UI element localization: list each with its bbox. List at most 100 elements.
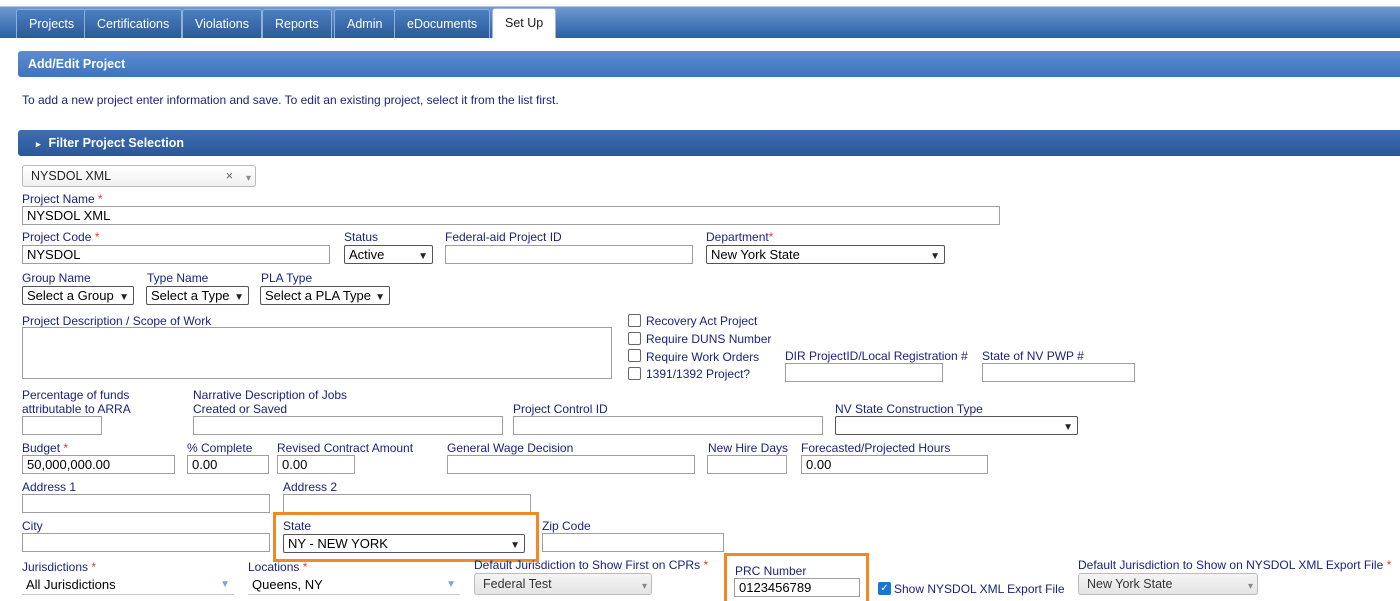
dir-project-id-input[interactable]	[785, 363, 943, 382]
project-control-id-input[interactable]	[513, 416, 823, 435]
show-xml-export-checkbox[interactable]: ✓	[878, 582, 891, 595]
federal-aid-project-id-input[interactable]	[445, 245, 693, 264]
pla-type-label: PLA Type	[261, 271, 313, 285]
narrative-label-2: Created or Saved	[193, 402, 288, 416]
nv-construction-type-select[interactable]: ▼	[835, 416, 1078, 435]
show-xml-export-label: Show NYSDOL XML Export File	[894, 582, 1065, 596]
tab-reports[interactable]: Reports	[262, 9, 332, 38]
chevron-down-icon: ▼	[234, 292, 244, 303]
address2-input[interactable]	[283, 494, 531, 513]
default-jurisdiction-cpr-label: Default Jurisdiction to Show First on CP…	[474, 558, 709, 572]
prc-number-input[interactable]: 0123456789	[734, 578, 860, 597]
zip-code-input[interactable]	[542, 533, 724, 552]
panel-header-add-edit-project: Add/Edit Project	[18, 51, 1400, 77]
pct-complete-input[interactable]: 0.00	[187, 455, 269, 474]
address1-input[interactable]	[22, 494, 270, 513]
project-description-label: Project Description / Scope of Work	[22, 314, 212, 328]
department-select[interactable]: New York State ▼	[706, 245, 945, 264]
chevron-down-icon: ▾	[641, 581, 647, 592]
project-picker[interactable]: NYSDOL XML × ▾	[22, 165, 256, 187]
nv-construction-type-label: NV State Construction Type	[835, 402, 983, 416]
nv-pwp-input[interactable]	[982, 363, 1135, 382]
tab-violations[interactable]: Violations	[182, 9, 262, 38]
instructions-text: To add a new project enter information a…	[22, 93, 559, 107]
group-name-select[interactable]: Select a Group ▼	[22, 286, 134, 305]
filter-project-selection-header[interactable]: ▸ Filter Project Selection	[18, 130, 1400, 156]
project-name-input[interactable]: NYSDOL XML	[22, 206, 1000, 225]
chevron-down-icon: ▼	[418, 251, 428, 262]
state-label: State	[283, 519, 312, 533]
chevron-down-icon: ▼	[510, 540, 520, 551]
project-picker-value: NYSDOL XML	[31, 169, 112, 183]
locations-label: Locations *	[248, 560, 308, 574]
tab-projects[interactable]: Projects	[16, 9, 88, 38]
tab-certifications[interactable]: Certifications	[84, 9, 183, 38]
project-1391-label: 1391/1392 Project?	[646, 367, 751, 381]
type-name-label: Type Name	[147, 271, 209, 285]
tab-admin[interactable]: Admin	[334, 9, 396, 38]
pct-arra-input[interactable]	[22, 416, 102, 435]
pct-complete-label: % Complete	[187, 441, 253, 455]
department-label: Department*	[706, 230, 774, 244]
general-wage-label: General Wage Decision	[447, 441, 574, 455]
project-1391-checkbox[interactable]	[628, 367, 641, 380]
budget-label: Budget *	[22, 441, 69, 455]
chevron-down-icon: ▼	[119, 292, 129, 303]
require-duns-checkbox[interactable]	[628, 332, 641, 345]
default-jurisdiction-xml-label: Default Jurisdiction to Show on NYSDOL X…	[1078, 558, 1392, 572]
forecast-hours-label: Forecasted/Projected Hours	[801, 441, 951, 455]
general-wage-input[interactable]	[447, 455, 695, 474]
status-label: Status	[344, 230, 379, 244]
nv-pwp-label: State of NV PWP #	[982, 349, 1084, 363]
address2-label: Address 2	[283, 480, 338, 494]
require-duns-label: Require DUNS Number	[646, 332, 772, 346]
chevron-down-icon: ▾	[1247, 581, 1253, 592]
pct-arra-label-1: Percentage of funds	[22, 388, 130, 402]
chevron-down-icon: ▼	[220, 579, 230, 590]
group-name-label: Group Name	[22, 271, 91, 285]
state-select[interactable]: NY - NEW YORK ▼	[283, 534, 525, 553]
project-code-label: Project Code *	[22, 230, 100, 244]
chevron-down-icon: ▾	[245, 173, 251, 184]
city-input[interactable]	[22, 533, 270, 552]
new-hire-days-input[interactable]	[707, 455, 787, 474]
recovery-act-label: Recovery Act Project	[646, 314, 758, 328]
project-code-input[interactable]: NYSDOL	[22, 245, 330, 264]
jurisdictions-select[interactable]: All Jurisdictions ▼	[22, 575, 234, 595]
narrative-input[interactable]	[193, 416, 503, 435]
filter-header-label: Filter Project Selection	[48, 136, 184, 150]
jurisdictions-label: Jurisdictions *	[22, 560, 97, 574]
default-jurisdiction-xml-select[interactable]: New York State ▾	[1078, 573, 1258, 595]
require-work-orders-checkbox[interactable]	[628, 349, 641, 362]
pla-type-select[interactable]: Select a PLA Type ▼	[260, 286, 390, 305]
status-select[interactable]: Active ▼	[344, 245, 433, 264]
project-description-textarea[interactable]	[22, 327, 612, 379]
budget-input[interactable]: 50,000,000.00	[22, 455, 175, 474]
forecast-hours-input[interactable]: 0.00	[801, 455, 988, 474]
prc-number-label: PRC Number	[735, 564, 807, 578]
chevron-down-icon: ▼	[446, 579, 456, 590]
tab-edocuments[interactable]: eDocuments	[394, 9, 491, 38]
clear-icon[interactable]: ×	[226, 169, 233, 184]
tab-bar: Projects Certifications Violations Repor…	[0, 0, 1400, 38]
new-hire-days-label: New Hire Days	[708, 441, 789, 455]
default-jurisdiction-cpr-select[interactable]: Federal Test ▾	[474, 573, 652, 595]
dir-project-id-label: DIR ProjectID/Local Registration #	[785, 349, 968, 363]
federal-aid-project-id-label: Federal-aid Project ID	[445, 230, 562, 244]
revised-contract-input[interactable]: 0.00	[277, 455, 355, 474]
city-label: City	[22, 519, 43, 533]
recovery-act-checkbox[interactable]	[628, 314, 641, 327]
narrative-label-1: Narrative Description of Jobs	[193, 388, 348, 402]
chevron-down-icon: ▼	[930, 251, 940, 262]
revised-contract-label: Revised Contract Amount	[277, 441, 414, 455]
require-work-orders-label: Require Work Orders	[646, 350, 760, 364]
expand-arrow-icon: ▸	[36, 139, 41, 149]
project-name-label: Project Name *	[22, 192, 103, 206]
chevron-down-icon: ▼	[1063, 422, 1073, 433]
type-name-select[interactable]: Select a Type ▼	[146, 286, 249, 305]
pct-arra-label-2: attributable to ARRA	[22, 402, 131, 416]
tab-set-up[interactable]: Set Up	[492, 8, 557, 38]
project-control-id-label: Project Control ID	[513, 402, 608, 416]
chevron-down-icon: ▼	[375, 292, 385, 303]
locations-select[interactable]: Queens, NY ▼	[248, 575, 460, 595]
